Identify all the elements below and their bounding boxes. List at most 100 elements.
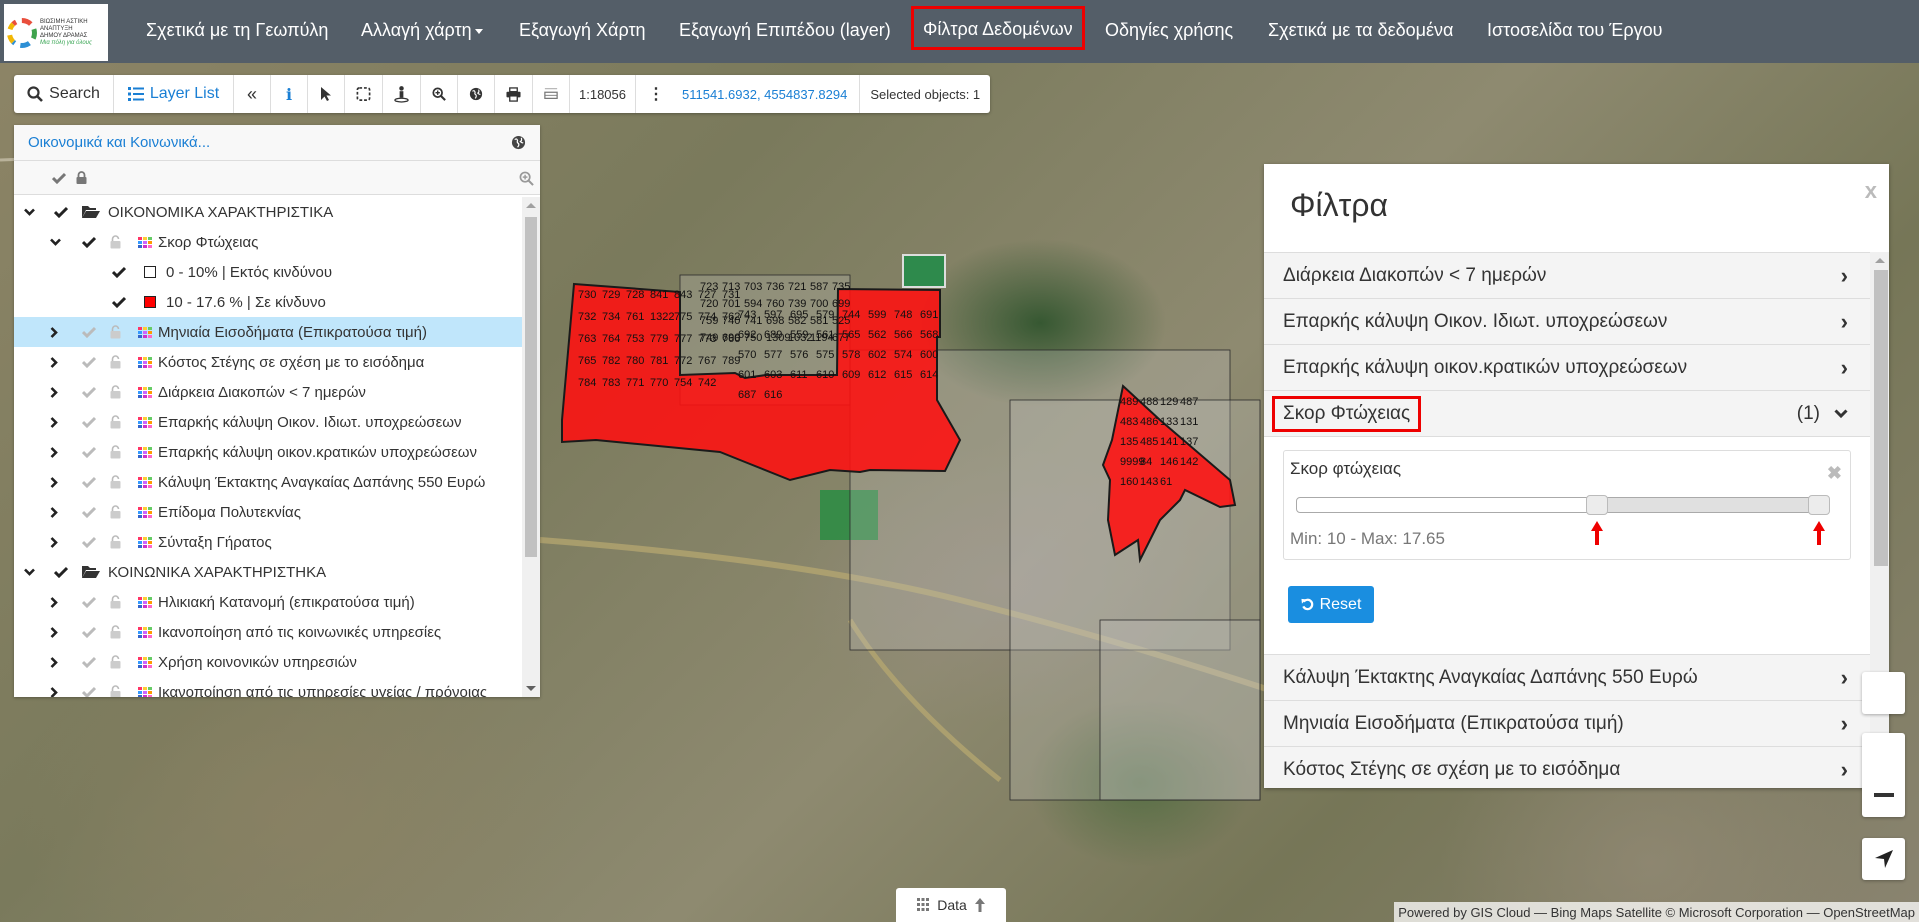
search-button[interactable]: Search bbox=[14, 75, 114, 113]
nav-export-layer[interactable]: Εξαγωγή Επιπέδου (layer) bbox=[679, 0, 891, 63]
checkbox-check-icon[interactable] bbox=[82, 596, 96, 608]
street-view-button[interactable] bbox=[383, 75, 421, 113]
info-button[interactable]: i bbox=[271, 75, 308, 113]
checkbox-check-icon[interactable] bbox=[54, 206, 68, 218]
chevron-right-icon[interactable] bbox=[50, 386, 58, 398]
measure-button[interactable] bbox=[533, 75, 570, 113]
checkbox-check-icon[interactable] bbox=[82, 626, 96, 638]
chevron-right-icon[interactable] bbox=[50, 416, 58, 428]
chevron-right-icon[interactable] bbox=[50, 596, 58, 608]
zoom-out-button[interactable] bbox=[1862, 733, 1905, 817]
nav-about-geoportal[interactable]: Σχετικά με τη Γεωπύλη bbox=[146, 0, 328, 63]
reset-button[interactable]: Reset bbox=[1288, 586, 1374, 623]
unlock-icon[interactable] bbox=[110, 355, 121, 369]
layer-row[interactable]: Επίδομα Πολυτεκνίας bbox=[14, 497, 522, 527]
checkbox-check-icon[interactable] bbox=[82, 446, 96, 458]
scrollbar-thumb[interactable] bbox=[525, 217, 537, 557]
layer-row[interactable]: Κάλυψη Έκτακτης Αναγκαίας Δαπάνης 550 Ευ… bbox=[14, 467, 522, 497]
layer-row[interactable]: Κόστος Στέγης σε σχέση με το εισόδημα bbox=[14, 347, 522, 377]
checkbox-check-icon[interactable] bbox=[82, 326, 96, 338]
layer-row[interactable]: Χρήση κοινονικών υπηρεσιών bbox=[14, 647, 522, 677]
scrollbar-thumb[interactable] bbox=[1874, 270, 1888, 566]
nav-export-map[interactable]: Εξαγωγή Χάρτη bbox=[519, 0, 646, 63]
chevron-right-icon[interactable] bbox=[50, 446, 58, 458]
close-icon[interactable]: x bbox=[1865, 178, 1877, 204]
coordinates-readout[interactable]: ⋮ 511541.6932, 4554837.8294 bbox=[636, 75, 861, 113]
zoom-in-button[interactable] bbox=[421, 75, 458, 113]
globe-icon[interactable] bbox=[511, 135, 526, 150]
layer-row[interactable]: Ικανοποίηση από τις κοινωνικές υπηρεσίες bbox=[14, 617, 522, 647]
accordion-item[interactable]: Επαρκής κάλυψη Οικον. Ιδιωτ. υποχρεώσεων… bbox=[1264, 299, 1870, 345]
pointer-button[interactable] bbox=[308, 75, 345, 113]
lock-icon[interactable] bbox=[76, 171, 87, 184]
checkbox-check-icon[interactable] bbox=[82, 656, 96, 668]
layer-panel-title[interactable]: Οικονομικά και Κοινωνικά... bbox=[28, 134, 210, 151]
nav-data-filters[interactable]: Φίλτρα Δεδομένων bbox=[911, 6, 1085, 50]
chevron-right-icon[interactable] bbox=[50, 656, 58, 668]
scroll-up-arrow-icon[interactable] bbox=[1875, 258, 1885, 263]
map-control-hidden[interactable] bbox=[1862, 672, 1905, 714]
range-slider-max-handle[interactable] bbox=[1808, 495, 1830, 515]
chevron-right-icon[interactable] bbox=[50, 476, 58, 488]
chevron-down-icon[interactable] bbox=[50, 238, 61, 246]
chevron-right-icon[interactable] bbox=[50, 626, 58, 638]
layer-row[interactable]: Μηνιαία Εισοδήματα (Επικρατούσα τιμή) bbox=[14, 317, 522, 347]
checkbox-check-icon[interactable] bbox=[112, 296, 126, 308]
checkbox-check-icon[interactable] bbox=[82, 476, 96, 488]
checkbox-check-icon[interactable] bbox=[82, 686, 96, 697]
range-slider-min-handle[interactable] bbox=[1586, 495, 1609, 515]
unlock-icon[interactable] bbox=[110, 445, 121, 459]
scroll-down-arrow-icon[interactable] bbox=[526, 686, 536, 691]
unlock-icon[interactable] bbox=[110, 535, 121, 549]
chevron-right-icon[interactable] bbox=[50, 536, 58, 548]
nav-change-map[interactable]: Αλλαγή χάρτη bbox=[361, 0, 483, 63]
checkbox-check-icon[interactable] bbox=[82, 236, 96, 248]
layer-list-button[interactable]: Layer List bbox=[114, 75, 234, 113]
unlock-icon[interactable] bbox=[110, 505, 121, 519]
layer-row[interactable]: Ικανοποίηση από τις υπηρεσίες υγείας / π… bbox=[14, 677, 522, 697]
check-all-icon[interactable] bbox=[52, 172, 66, 184]
checkbox-check-icon[interactable] bbox=[54, 566, 68, 578]
logo[interactable]: ΒΙΩΣΙΜΗ ΑΣΤΙΚΗ ΑΝΑΠΤΥΞΗ ΔΗΜΟΥ ΔΡΑΜΑΣ Μια… bbox=[4, 4, 108, 61]
chevron-right-icon[interactable] bbox=[50, 506, 58, 518]
unlock-icon[interactable] bbox=[110, 475, 121, 489]
nav-project-website[interactable]: Ιστοσελίδα του Έργου bbox=[1487, 0, 1662, 63]
chevron-down-icon[interactable] bbox=[24, 568, 35, 576]
layer-row[interactable]: Επαρκής κάλυψη οικον.κρατικών υποχρεώσεω… bbox=[14, 437, 522, 467]
accordion-item[interactable]: Κόστος Στέγης σε σχέση με το εισόδημα › bbox=[1264, 747, 1870, 788]
chevron-right-icon[interactable] bbox=[50, 686, 58, 698]
checkbox-check-icon[interactable] bbox=[112, 266, 126, 278]
unlock-icon[interactable] bbox=[110, 235, 121, 249]
legend-row[interactable]: 0 - 10% | Εκτός κινδύνου bbox=[14, 257, 522, 287]
chevron-right-icon[interactable] bbox=[50, 356, 58, 368]
data-panel-toggle[interactable]: Data bbox=[896, 888, 1006, 922]
more-icon[interactable]: ⋮ bbox=[648, 84, 664, 104]
accordion-item[interactable]: Επαρκής κάλυψη οικον.κρατικών υποχρεώσεω… bbox=[1264, 345, 1870, 391]
locate-button[interactable] bbox=[1862, 838, 1905, 880]
checkbox-check-icon[interactable] bbox=[82, 506, 96, 518]
checkbox-check-icon[interactable] bbox=[82, 386, 96, 398]
legend-row[interactable]: 10 - 17.6 % | Σε κίνδυνο bbox=[14, 287, 522, 317]
accordion-item[interactable]: Διάρκεια Διακοπών < 7 ημερών › bbox=[1264, 253, 1870, 299]
nav-user-guide[interactable]: Οδηγίες χρήσης bbox=[1105, 0, 1233, 63]
unlock-icon[interactable] bbox=[110, 415, 121, 429]
checkbox-check-icon[interactable] bbox=[82, 536, 96, 548]
layer-row[interactable]: Ηλικιακή Κατανομή (επικρατούσα τιμή) bbox=[14, 587, 522, 617]
unlock-icon[interactable] bbox=[110, 385, 121, 399]
unlock-icon[interactable] bbox=[110, 685, 121, 697]
range-slider-track[interactable] bbox=[1296, 497, 1830, 513]
accordion-item[interactable]: Κάλυψη Έκτακτης Αναγκαίας Δαπάνης 550 Ευ… bbox=[1264, 655, 1870, 701]
chevron-down-icon[interactable] bbox=[24, 208, 35, 216]
checkbox-check-icon[interactable] bbox=[82, 356, 96, 368]
layer-group-row[interactable]: ΟΙΚΟΝΟΜΙΚΑ ΧΑΡΑΚΤΗΡΙΣΤΙΚΑ bbox=[14, 197, 522, 227]
scroll-up-arrow-icon[interactable] bbox=[526, 203, 536, 208]
unlock-icon[interactable] bbox=[110, 625, 121, 639]
layer-row[interactable]: Σκορ Φτώχειας bbox=[14, 227, 522, 257]
accordion-item[interactable]: Μηνιαία Εισοδήματα (Επικρατούσα τιμή) › bbox=[1264, 701, 1870, 747]
select-box-button[interactable] bbox=[345, 75, 383, 113]
unlock-icon[interactable] bbox=[110, 595, 121, 609]
chevron-right-icon[interactable] bbox=[50, 326, 58, 338]
accordion-item-open[interactable]: Σκορ Φτώχειας (1) bbox=[1264, 391, 1870, 437]
layer-group-row[interactable]: ΚΟΙΝΩΝΙΚΑ ΧΑΡΑΚΤΗΡΙΣΤΗΚΑ bbox=[14, 557, 522, 587]
globe-button[interactable] bbox=[458, 75, 495, 113]
